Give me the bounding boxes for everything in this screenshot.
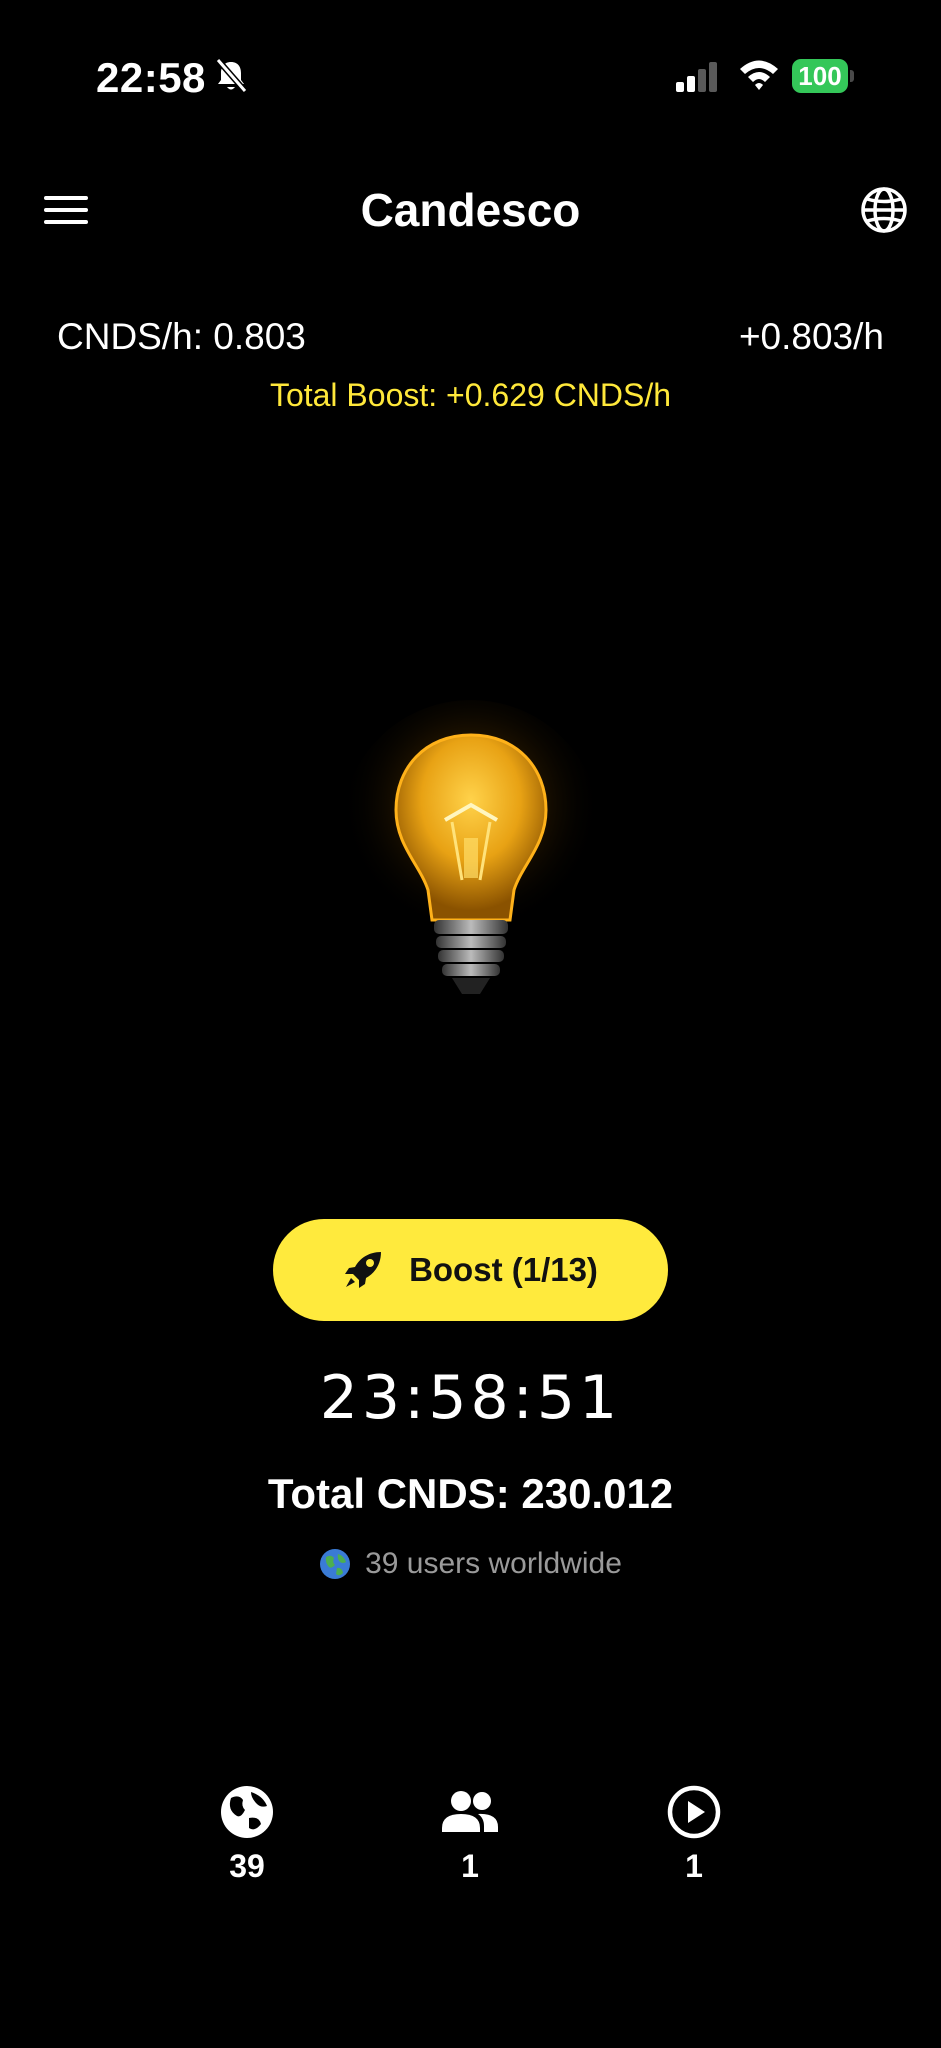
earth-globe-emoji xyxy=(320,1549,351,1579)
users-worldwide: 39 users worldwide xyxy=(0,1544,941,1584)
battery-tip xyxy=(850,70,854,82)
stat-worldwide-users[interactable]: 39 xyxy=(187,1784,307,1886)
rocket-icon xyxy=(345,1252,382,1288)
people-icon xyxy=(442,1791,498,1832)
light-bulb-image xyxy=(341,700,601,994)
play-circle-icon xyxy=(667,1785,721,1839)
wifi-icon xyxy=(740,60,778,90)
rate-delta: +0.803/h xyxy=(738,316,884,357)
total-boost-label: Total Boost: +0.629 CNDS/h xyxy=(269,377,672,413)
total-cnds: Total CNDS: 230.012 xyxy=(267,1470,674,1517)
battery-level: 100 xyxy=(792,59,848,93)
page-title: Candesco xyxy=(360,184,581,236)
stat-sessions[interactable]: 1 xyxy=(634,1784,754,1886)
stat-referrals-value: 1 xyxy=(461,1848,479,1884)
boost-button[interactable]: Boost (1/13) xyxy=(273,1219,668,1321)
stat-worldwide-value: 39 xyxy=(229,1848,265,1884)
globe-icon xyxy=(221,1786,273,1838)
countdown-timer: 23:58:51 xyxy=(319,1363,622,1433)
stat-sessions-value: 1 xyxy=(685,1848,703,1884)
status-time: 22:58 xyxy=(96,54,206,101)
bell-slash-icon xyxy=(215,58,248,93)
users-worldwide-text: 39 users worldwide xyxy=(365,1547,622,1580)
cellular-signal-icon xyxy=(676,62,717,92)
stat-referrals[interactable]: 1 xyxy=(410,1784,530,1886)
rate-label: CNDS/h: 0.803 xyxy=(57,316,306,357)
globe-icon[interactable] xyxy=(860,186,908,234)
boost-button-label: Boost (1/13) xyxy=(409,1251,598,1288)
battery-indicator: 100 xyxy=(792,59,854,93)
